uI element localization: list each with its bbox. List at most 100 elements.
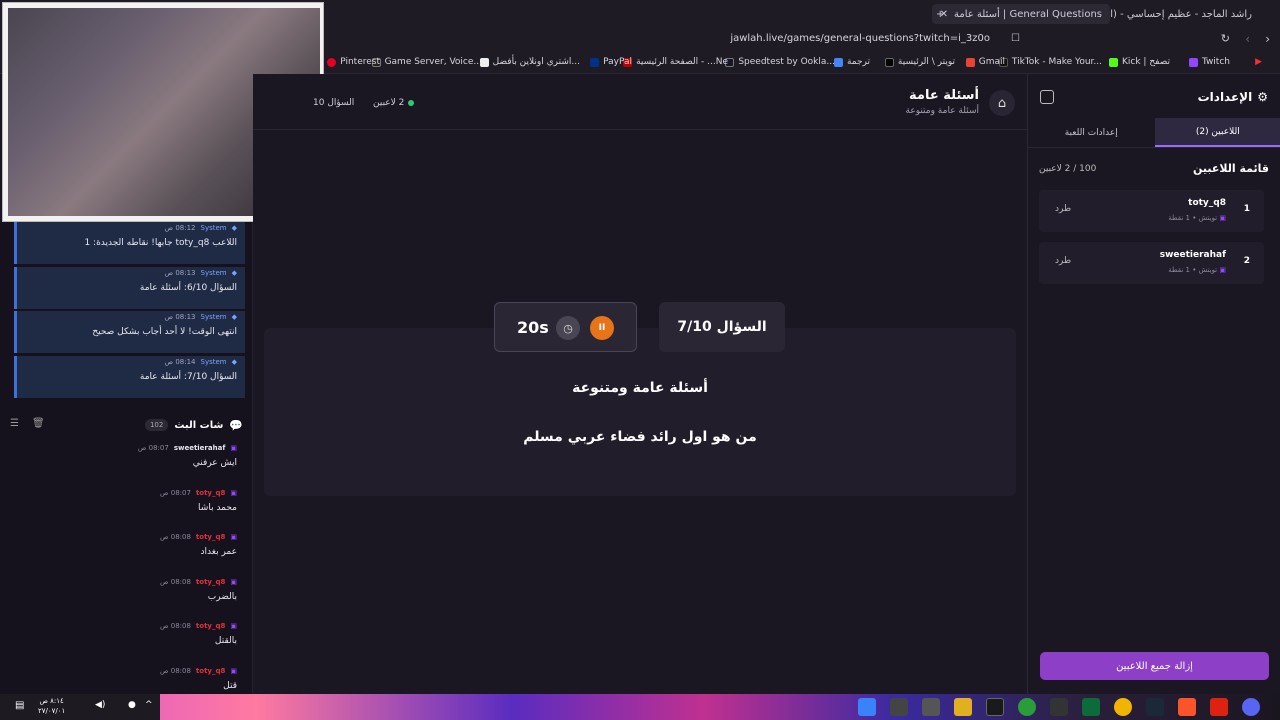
youtube-icon[interactable]: ▶ xyxy=(1255,57,1262,67)
notification-icon[interactable]: ▤ xyxy=(15,700,24,711)
online-dot-icon xyxy=(408,100,415,106)
twitch-icon: ▣ xyxy=(1219,266,1226,274)
players-list-title: قائمة اللاعبين xyxy=(1193,162,1269,175)
back-icon[interactable]: ‹ xyxy=(1245,32,1250,46)
bookmark-item[interactable]: Twitch xyxy=(1188,57,1230,67)
app-icon[interactable] xyxy=(1210,698,1228,716)
kick-button[interactable]: طرد xyxy=(1055,204,1071,214)
twitch-icon xyxy=(1188,57,1198,67)
twitch-icon: ▣ xyxy=(230,489,237,497)
clock-icon: ◷ xyxy=(556,316,580,340)
forward-icon[interactable]: › xyxy=(1265,32,1270,46)
chat-message: ▣ toty_q8 08:08 ص قتل xyxy=(160,667,237,691)
kick-button[interactable]: طرد xyxy=(1055,256,1071,266)
chevron-up-icon[interactable]: ^ xyxy=(145,700,153,710)
pinterest-icon xyxy=(327,57,337,67)
chrome-icon[interactable] xyxy=(1114,698,1132,716)
home-button[interactable]: ⌂ xyxy=(989,90,1015,116)
file-explorer-icon[interactable] xyxy=(954,698,972,716)
bookmark-item[interactable]: تويتر \ الرئيسية xyxy=(884,57,955,67)
shield-icon: ◆ xyxy=(231,269,237,277)
question-text: من هو اول رائد فضاء عربي مسلم xyxy=(523,429,757,445)
chat-message: ▣ toty_q8 08:08 ص بالقتل xyxy=(160,622,237,646)
question-counter: السؤال 7/10 xyxy=(659,302,785,352)
reload-icon[interactable]: ↻ xyxy=(1221,32,1230,45)
chat-message: ▣ toty_q8 08:08 ص عمر بغداد xyxy=(160,533,237,557)
chat-icon: 💬 xyxy=(229,418,243,432)
twitch-icon: ▣ xyxy=(230,622,237,630)
shield-icon: ◆ xyxy=(231,358,237,366)
bookmark-item[interactable]: ترجمة xyxy=(833,57,870,67)
settings-title: ⚙ الإعدادات xyxy=(1197,90,1268,104)
taskbar-icons xyxy=(858,698,1260,716)
microphone-icon[interactable]: ● xyxy=(128,700,136,710)
translate-icon xyxy=(833,57,843,67)
bookmark-item[interactable]: الصفحة الرئيسية - ...Ne xyxy=(623,57,728,67)
app-icon[interactable] xyxy=(1018,698,1036,716)
system-message: ◆ System 08:13 ص انتهى الوقت! لا أحد أجاب … xyxy=(14,311,245,353)
discord-icon[interactable] xyxy=(1242,698,1260,716)
task-view-icon[interactable] xyxy=(890,698,908,716)
chat-message: ▣ sweetierahaf 08:07 ص ايش عرفني xyxy=(137,444,237,468)
game-area: ⌂ أسئلة عامة أسئلة عامة ومتنوعة 2 لاعبين… xyxy=(253,74,1027,694)
player-name: sweetierahaf xyxy=(1159,250,1226,260)
bookmark-item[interactable]: Kick | تصفح xyxy=(1109,57,1170,67)
twitch-icon: ▣ xyxy=(230,444,237,452)
settings-tabs: اللاعبين (2) إعدادات اللعبة xyxy=(1028,118,1280,148)
timer-value: 20s xyxy=(517,318,549,337)
system-message: ◆ System 08:12 ص اللاعب toty_q8 جابها! نقا… xyxy=(14,222,245,264)
remove-all-players-button[interactable]: إزالة جميع اللاعبين xyxy=(1040,652,1269,680)
bookmark-item[interactable]: Gmail xyxy=(965,57,1005,67)
bookmark-item[interactable]: PayPal xyxy=(590,57,632,67)
player-rank: 2 xyxy=(1243,256,1250,266)
bookmark-item[interactable]: Game Server, Voice... xyxy=(371,57,482,67)
bookmark-item[interactable]: Speedtest by Ookla... xyxy=(725,57,835,67)
url-field[interactable]: jawlah.live/games/general-questions?twit… xyxy=(730,33,990,44)
bookmark-item[interactable]: Pinterest xyxy=(327,57,380,67)
system-message: ◆ System 08:14 ص السؤال 7/10: أسئلة عامة xyxy=(14,356,245,398)
pause-button[interactable]: II xyxy=(590,316,614,340)
filter-icon[interactable]: ☰ xyxy=(10,418,19,429)
twitch-icon: ▣ xyxy=(230,667,237,675)
player-rank: 1 xyxy=(1243,204,1250,214)
twitch-icon: ▣ xyxy=(230,533,237,541)
tab-players[interactable]: اللاعبين (2) xyxy=(1154,118,1280,147)
app-icon[interactable] xyxy=(922,698,940,716)
trash-icon[interactable]: 🗑 xyxy=(32,418,45,429)
app-icon[interactable] xyxy=(1050,698,1068,716)
new-tab-icon[interactable]: + xyxy=(928,4,952,24)
settings-panel: ⚙ الإعدادات اللاعبين (2) إعدادات اللعبة … xyxy=(1027,74,1280,694)
collapse-panel-icon[interactable] xyxy=(1040,90,1054,104)
bookmark-icon[interactable]: ☐ xyxy=(1011,33,1020,44)
tab-label: General Questions | أسئلة عامة xyxy=(953,8,1102,20)
bookmark-item[interactable]: TikTok - Make Your... xyxy=(998,57,1102,67)
browser-tab-active[interactable]: General Questions | أسئلة عامة ✕ xyxy=(931,4,1110,24)
stream-chat-panel: ◆ System 08:12 ص اللاعب toty_q8 جابها! نقا… xyxy=(0,222,253,694)
volume-icon[interactable]: ◀) xyxy=(95,700,105,710)
steam-icon[interactable] xyxy=(1146,698,1164,716)
brave-icon[interactable] xyxy=(1178,698,1196,716)
game-subtitle: أسئلة عامة ومتنوعة xyxy=(905,106,980,116)
player-row: 1 toty_q8 ▣ تويتش • 1 نقطة طرد xyxy=(1039,190,1264,232)
pause-icon: II xyxy=(598,323,606,333)
app-icon[interactable] xyxy=(1082,698,1100,716)
chat-title: شات البث xyxy=(174,419,224,431)
players-list-count: 100 / 2 لاعبين xyxy=(1039,164,1097,174)
message-count-badge: 102 xyxy=(144,419,169,431)
chat-message: ▣ toty_q8 08:07 ص محمد باشا xyxy=(160,489,237,513)
bookmark-item[interactable]: اشتري اونلاين بأفضل... xyxy=(479,57,580,67)
tab-game-settings[interactable]: إعدادات اللعبة xyxy=(1028,118,1155,147)
taskbar xyxy=(0,694,1280,720)
store-icon[interactable] xyxy=(986,698,1004,716)
question-category: أسئلة عامة ومتنوعة xyxy=(572,380,708,396)
search-icon[interactable] xyxy=(858,698,876,716)
player-meta: ▣ تويتش • 1 نقطة xyxy=(1168,214,1226,222)
player-meta: ▣ تويتش • 1 نقطة xyxy=(1168,266,1226,274)
system-tray: ٨:١٤ ص ٢٧/٠٧/٠١ ▤ ◀) ● ^ xyxy=(0,694,160,720)
paypal-icon xyxy=(590,57,600,67)
game-title: أسئلة عامة xyxy=(909,88,979,103)
twitch-icon: ▣ xyxy=(1219,214,1226,222)
clock[interactable]: ٨:١٤ ص ٢٧/٠٧/٠١ xyxy=(38,696,65,716)
player-name: toty_q8 xyxy=(1188,198,1226,208)
chat-header: 💬 شات البث 102 🗑 ☰ xyxy=(0,412,253,438)
